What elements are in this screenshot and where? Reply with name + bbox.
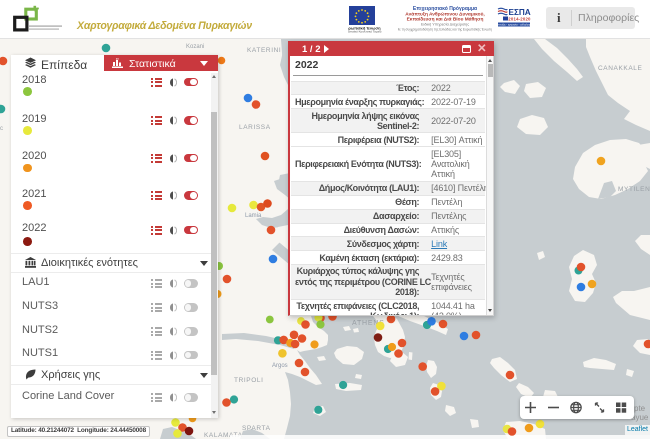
- svg-text:Ευρωπαϊκό Κοινωνικό Ταμείο: Ευρωπαϊκό Κοινωνικό Ταμείο: [348, 30, 382, 33]
- svg-text:LARISSA: LARISSA: [239, 124, 271, 131]
- svg-text:MYTILENE: MYTILENE: [618, 186, 650, 193]
- svg-text:KATERINI: KATERINI: [247, 47, 281, 54]
- svg-text:2014-2020: 2014-2020: [508, 17, 531, 22]
- svg-text:Kozani: Kozani: [186, 44, 204, 50]
- svg-text:ανάπτυξη - εργασία - αλληλεγγύ: ανάπτυξη - εργασία - αλληλεγγύη: [496, 23, 532, 27]
- svg-text:pte: pte: [634, 404, 646, 413]
- svg-text:Ειδική Υπηρεσία Διαχείρισης: Ειδική Υπηρεσία Διαχείρισης: [421, 23, 469, 27]
- svg-text:Argos: Argos: [272, 363, 288, 369]
- svg-text:SPARTA: SPARTA: [242, 425, 271, 432]
- svg-text:TRIPOLI: TRIPOLI: [234, 377, 263, 384]
- svg-text:CANAKKALE: CANAKKALE: [598, 65, 642, 72]
- svg-text:ΕΣΠΑ: ΕΣΠΑ: [509, 8, 531, 17]
- svg-text:c: c: [0, 126, 3, 132]
- svg-text:Με τη συγχρηματοδότηση της Ελλ: Με τη συγχρηματοδότηση της Ελλάδας και τ…: [398, 28, 492, 32]
- svg-text:Lamia: Lamia: [245, 213, 262, 219]
- svg-text:Επιχειρησιακό Πρόγραμμα: Επιχειρησιακό Πρόγραμμα: [413, 6, 478, 12]
